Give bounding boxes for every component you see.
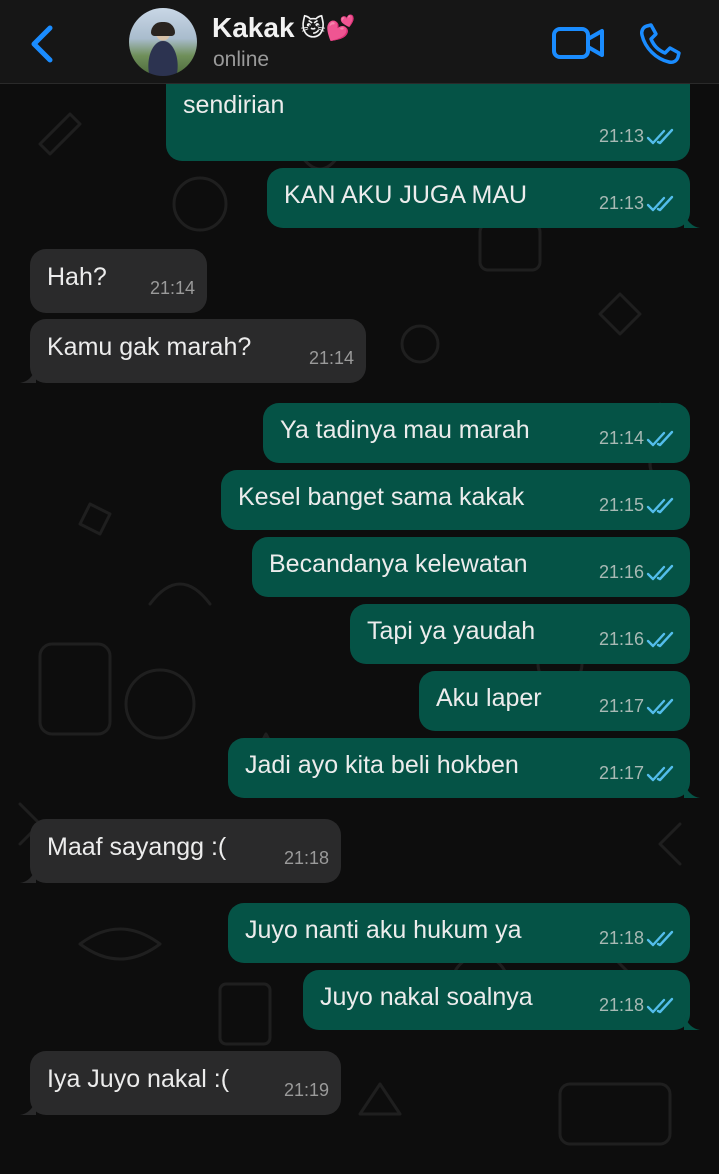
message-meta: 21:13 <box>599 120 678 153</box>
video-camera-icon[interactable] <box>551 24 605 62</box>
message-meta: 21:14 <box>309 342 354 375</box>
message-bubble[interactable]: Becandanya kelewatan 21:16 <box>252 537 690 597</box>
message-time: 21:18 <box>598 995 644 1015</box>
message-meta: 21:14 <box>150 272 195 305</box>
phone-icon[interactable] <box>638 22 682 66</box>
message-bubble[interactable]: Juyo nanti aku hukum ya 21:18 <box>228 903 690 963</box>
double-check-icon <box>646 195 674 211</box>
message-text: Kesel banget sama kakak <box>238 483 525 511</box>
message-meta: 21:16 <box>599 556 678 589</box>
message-text: Ya tadinya mau marah <box>280 416 530 444</box>
presence-status: online <box>213 48 270 71</box>
message-time: 21:13 <box>598 126 644 146</box>
chevron-left-icon[interactable] <box>22 22 62 66</box>
message-text: KAN AKU JUGA MAU <box>284 181 528 209</box>
message-text: Hah? <box>47 263 107 291</box>
contact-emoji: 😼💕 <box>300 14 356 42</box>
message-meta: 21:15 <box>599 489 678 522</box>
message-text: Kok bisa kakak makan hokben sendirian <box>183 84 522 119</box>
message-time: 21:14 <box>598 428 644 448</box>
double-check-icon <box>646 631 674 647</box>
message-bubble[interactable]: Maaf sayangg :( 21:18 <box>20 819 341 883</box>
message-bubble[interactable]: Iya Juyo nakal :( 21:19 <box>20 1051 341 1115</box>
bubble-tail <box>20 367 36 383</box>
message-text: Juyo nanti aku hukum ya <box>245 916 522 944</box>
double-check-icon <box>646 698 674 714</box>
message-bubble[interactable]: Tapi ya yaudah 21:16 <box>350 604 690 664</box>
double-check-icon <box>646 765 674 781</box>
message-bubble[interactable]: Aku laper 21:17 <box>419 671 690 731</box>
message-time: 21:13 <box>598 193 644 213</box>
avatar[interactable] <box>129 8 197 76</box>
message-meta: 21:17 <box>599 690 678 723</box>
message-bubble[interactable]: KAN AKU JUGA MAU 21:13 <box>267 168 700 228</box>
message-time: 21:18 <box>283 848 329 868</box>
message-meta: 21:14 <box>599 422 678 455</box>
message-time: 21:14 <box>308 348 354 368</box>
message-bubble[interactable]: Kesel banget sama kakak 21:15 <box>221 470 690 530</box>
message-text: Maaf sayangg :( <box>47 833 227 861</box>
double-check-icon <box>646 128 674 144</box>
message-time: 21:14 <box>149 278 195 298</box>
message-time: 21:15 <box>598 495 644 515</box>
message-time: 21:16 <box>598 562 644 582</box>
message-text: Kamu gak marah? <box>47 333 252 361</box>
message-time: 21:17 <box>598 696 644 716</box>
message-meta: 21:17 <box>599 757 678 790</box>
bubble-tail <box>20 867 36 883</box>
bubble-tail <box>20 1099 36 1115</box>
message-text: Jadi ayo kita beli hokben <box>245 751 519 779</box>
double-check-icon <box>646 497 674 513</box>
message-meta: 21:18 <box>599 922 678 955</box>
message-time: 21:18 <box>598 928 644 948</box>
message-text: Aku laper <box>436 684 542 712</box>
bubble-tail <box>684 782 700 798</box>
message-text: Iya Juyo nakal :( <box>47 1065 230 1093</box>
double-check-icon <box>646 564 674 580</box>
double-check-icon <box>646 997 674 1013</box>
message-bubble[interactable]: Juyo nakal soalnya 21:18 <box>303 970 700 1030</box>
double-check-icon <box>646 930 674 946</box>
message-meta: 21:18 <box>284 842 329 875</box>
message-bubble[interactable]: Ya tadinya mau marah 21:14 <box>263 403 690 463</box>
message-time: 21:19 <box>283 1080 329 1100</box>
contact-name-text: Kakak <box>212 12 295 43</box>
message-text: Juyo nakal soalnya <box>320 983 533 1011</box>
message-text: Tapi ya yaudah <box>367 617 536 645</box>
double-check-icon <box>646 430 674 446</box>
message-meta: 21:18 <box>599 989 678 1022</box>
contact-name[interactable]: Kakak 😼💕 <box>212 12 355 44</box>
message-bubble[interactable]: Kamu gak marah? 21:14 <box>20 319 366 383</box>
message-time: 21:16 <box>598 629 644 649</box>
message-text: Becandanya kelewatan <box>269 550 528 578</box>
bubble-tail <box>684 212 700 228</box>
chat-header: Kakak 😼💕 online <box>0 0 719 84</box>
message-bubble[interactable]: Jadi ayo kita beli hokben 21:17 <box>228 738 700 798</box>
message-meta: 21:19 <box>284 1074 329 1107</box>
message-meta: 21:13 <box>599 187 678 220</box>
message-meta: 21:16 <box>599 623 678 656</box>
bubble-tail <box>684 1014 700 1030</box>
message-time: 21:17 <box>598 763 644 783</box>
chat-area[interactable]: Kok bisa kakak makan hokben sendirian 21… <box>0 84 719 1174</box>
message-bubble[interactable]: Kok bisa kakak makan hokben sendirian 21… <box>166 84 690 161</box>
message-bubble[interactable]: Hah? 21:14 <box>30 249 207 313</box>
